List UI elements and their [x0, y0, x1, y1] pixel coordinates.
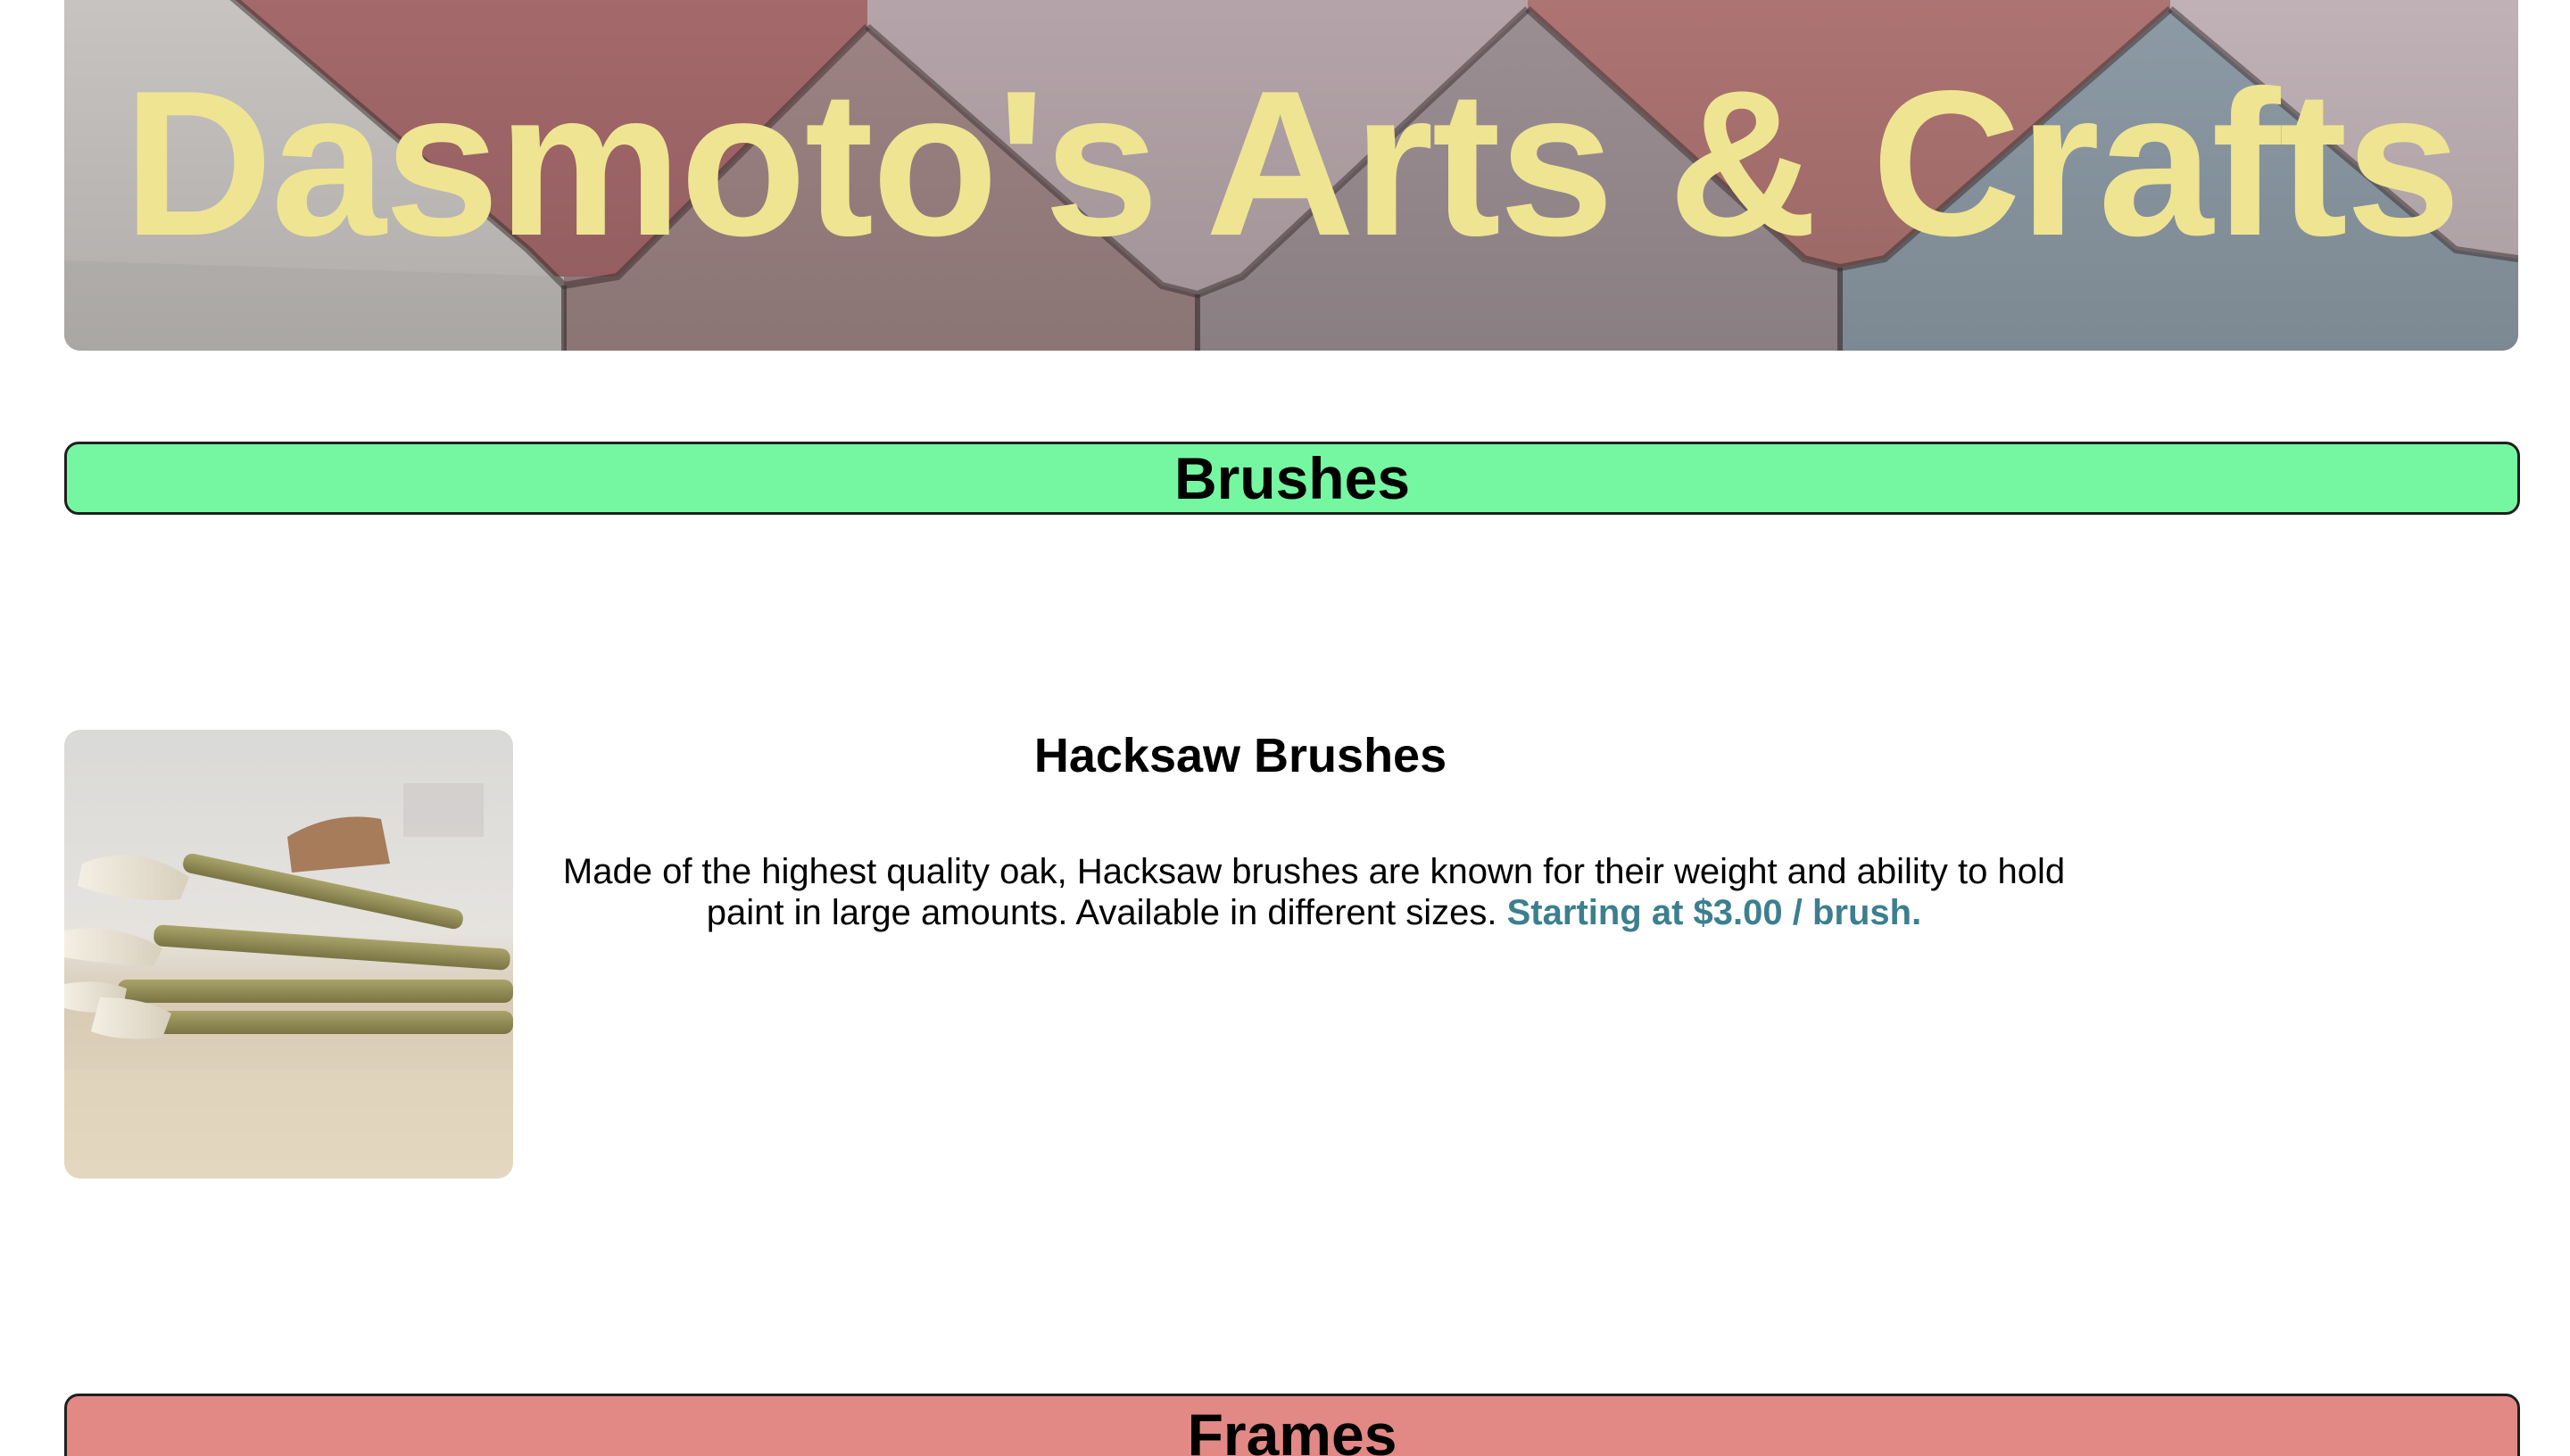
- product-title: Hacksaw Brushes: [1033, 729, 1447, 782]
- site-title: Dasmoto's Arts & Crafts: [123, 48, 2461, 279]
- product-description: Made of the highest quality oak, Hacksaw…: [535, 851, 2093, 933]
- page: Dasmoto's Arts & Crafts Brushes Hacksaw …: [0, 0, 2570, 1456]
- product-price: Starting at $3.00 / brush.: [1506, 893, 1922, 932]
- hacksaw-brushes-image: [64, 730, 513, 1179]
- section-header-frames: Frames: [64, 1394, 2520, 1456]
- hero-banner: Dasmoto's Arts & Crafts: [64, 0, 2518, 351]
- section-header-brushes: Brushes: [64, 442, 2520, 515]
- paint-brushes-photo: [64, 730, 513, 1179]
